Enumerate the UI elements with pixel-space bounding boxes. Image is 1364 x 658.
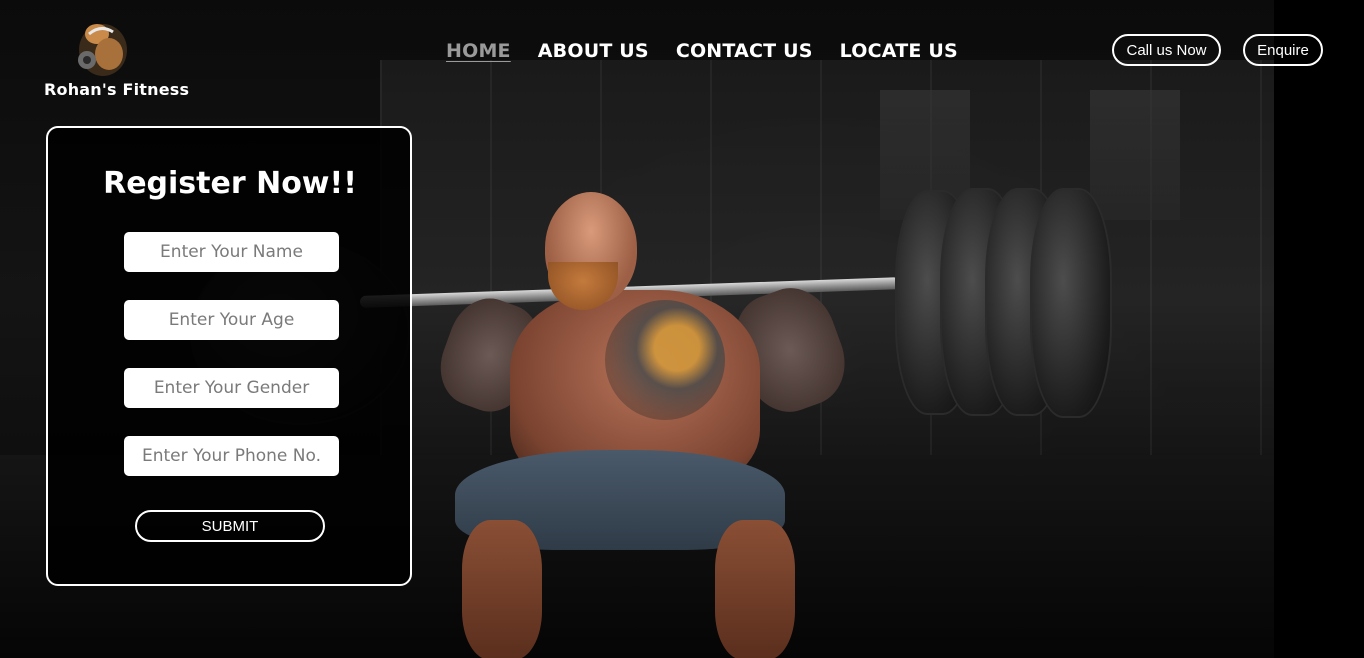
nav-locate-us[interactable]: LOCATE US bbox=[840, 40, 958, 62]
nav-home[interactable]: HOME bbox=[446, 40, 511, 62]
phone-input[interactable] bbox=[124, 436, 339, 476]
lifter-tattoo bbox=[605, 300, 725, 420]
name-input[interactable] bbox=[124, 232, 339, 272]
register-title: Register Now!! bbox=[103, 166, 357, 201]
submit-button[interactable]: SUBMIT bbox=[135, 510, 325, 542]
right-edge-shadow bbox=[1274, 0, 1364, 658]
nav-about-us[interactable]: ABOUT US bbox=[538, 40, 649, 62]
age-input[interactable] bbox=[124, 300, 339, 340]
enquire-button[interactable]: Enquire bbox=[1243, 34, 1323, 66]
brand-name: Rohan's Fitness bbox=[44, 80, 190, 99]
nav-contact-us[interactable]: CONTACT US bbox=[676, 40, 813, 62]
barbell-plate-right bbox=[1030, 188, 1112, 418]
register-form: Register Now!! SUBMIT bbox=[46, 126, 412, 586]
lifter-leg-left bbox=[462, 520, 542, 658]
lifter-leg-right bbox=[715, 520, 795, 658]
bodybuilder-icon bbox=[78, 24, 127, 76]
gender-input[interactable] bbox=[124, 368, 339, 408]
main-nav: HOME ABOUT US CONTACT US LOCATE US bbox=[446, 40, 958, 62]
call-us-now-button[interactable]: Call us Now bbox=[1112, 34, 1221, 66]
gym-window bbox=[1090, 90, 1180, 220]
